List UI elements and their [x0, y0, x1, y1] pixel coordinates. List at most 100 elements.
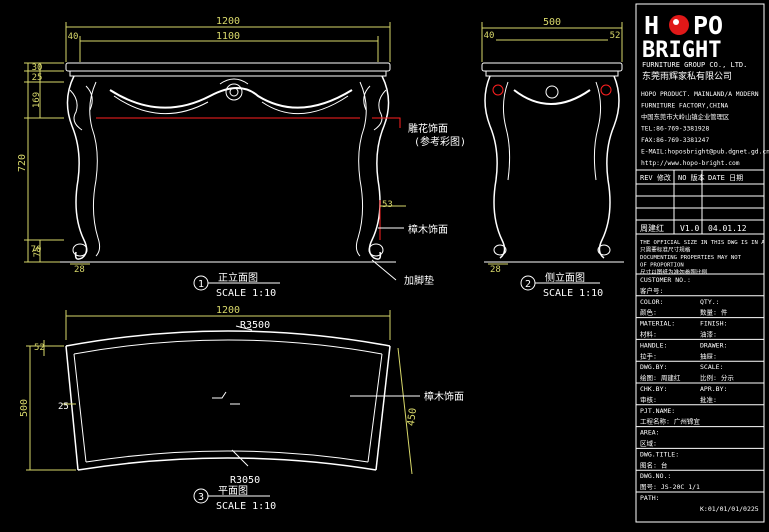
plan-dim-width: 1200 [216, 305, 240, 316]
company-info-line: FAX:86-769-3381247 [641, 137, 709, 144]
field-value: 抽屉: [700, 351, 717, 360]
notice-line: DOCUMENTING PROPERTIES MAY NOT [640, 255, 742, 261]
rev-by: 周建红 [640, 223, 664, 233]
plan-view [26, 310, 420, 475]
company-info-line: FURNITURE FACTORY,CHINA [641, 103, 728, 110]
field-label: DWG.BY: [640, 363, 667, 371]
logo-red-dot [669, 15, 689, 35]
cad-drawing: 1200 1100 40 30 25 169 720 75 70 53 28 雕… [17, 3, 769, 523]
front-dim-169: 169 [32, 92, 42, 108]
field-value: DRAWER: [700, 341, 727, 349]
field-label: 工程名称: 广州锦宜 [640, 417, 700, 426]
front-dim-height: 720 [17, 154, 28, 172]
plan-dim-450: 450 [406, 407, 419, 426]
front-dim-25: 25 [32, 73, 43, 83]
field-label: DWG.TITLE: [640, 450, 679, 458]
field-label: COLOR: [640, 298, 663, 306]
field-label: 图名: 台 [640, 460, 667, 469]
dimension-notice: THE OFFICIAL SIZE IN THIS DWG IS IN A只需要… [640, 240, 765, 276]
field-label: 颜色: [640, 308, 657, 317]
rev-header-date: DATE 日期 [708, 174, 743, 182]
title-block-rows: CUSTOMER NO.: 客户号: COLOR: QTY.: 颜色: 数量: 件 MATE… [636, 273, 764, 513]
field-value: 比例: 分示 [700, 373, 734, 382]
company-info-line: TEL:86-769-3381928 [641, 126, 709, 133]
notice-line: 尺寸以图纸为准勿参照比例 [640, 268, 708, 276]
front-view-scale: SCALE 1:10 [216, 288, 276, 299]
notice-line: OF PROPORTION [640, 263, 684, 269]
logo-letter-h: H [644, 11, 659, 40]
front-view-tag: 1 正立面图 SCALE 1:10 [193, 271, 280, 299]
company-logo: H PO BRIGHT FURNITURE GROUP CO., LTD. 东莞… [642, 11, 747, 82]
company-info-line: 中国东莞市大岭山镇企业管理区 [641, 112, 729, 121]
side-view-tag: 2 侧立面图 SCALE 1:10 [520, 271, 603, 299]
field-label: PATH: [640, 494, 660, 502]
field-value: K:01/01/01/0225 [700, 505, 759, 513]
front-dim-70: 70 [31, 245, 42, 255]
plan-view-tag: 3 平面图 SCALE 1:10 [193, 485, 276, 512]
company-info: HOPO PRODUCT. MAINLAND/A MODERN FURNITURE… [641, 91, 769, 167]
rev-header-no: NO 版本 [678, 173, 705, 182]
plan-view-title: 平面图 [218, 485, 248, 497]
field-label: CHK.BY: [640, 385, 667, 393]
company-info-line: http://www.hopo-bright.com [641, 160, 740, 167]
plan-dim-52: 52 [34, 343, 45, 353]
field-label: CUSTOMER NO.: [640, 276, 691, 284]
front-dim-total: 1200 [216, 16, 240, 27]
field-label: AREA: [640, 429, 660, 437]
field-value: 数量: 件 [700, 308, 728, 317]
plan-dim-radius-bottom: R3050 [230, 475, 260, 486]
rev-version: V1.0 [680, 224, 699, 233]
field-value: 批准: [700, 395, 717, 404]
front-dim-left-inset: 40 [68, 32, 79, 42]
company-name-cn: 东莞雨辉家私有限公司 [642, 70, 732, 82]
side-view-title: 侧立面图 [545, 271, 585, 284]
front-view-number: 1 [198, 279, 204, 290]
side-view-number: 2 [525, 279, 531, 290]
logo-letters-po: PO [693, 11, 723, 40]
plan-dim-25: 25 [58, 402, 69, 412]
side-dim-total: 500 [543, 17, 561, 28]
side-dim-left: 40 [484, 31, 495, 41]
field-value: 油漆: [700, 330, 717, 339]
field-label: PJT.NAME: [640, 407, 675, 415]
field-label: 客户号: [640, 286, 663, 295]
logo-subtitle: FURNITURE GROUP CO., LTD. [642, 61, 747, 69]
front-dim-foot: 28 [74, 265, 85, 275]
cad-drawing-canvas: 1200 1100 40 30 25 169 720 75 70 53 28 雕… [0, 0, 769, 528]
front-label-carving: 雕花饰面 [408, 122, 448, 135]
field-value: FINISH: [700, 320, 727, 328]
rev-date: 04.01.12 [708, 224, 747, 233]
front-label-wood: 樟木饰面 [408, 223, 448, 236]
side-dim-right: 52 [610, 31, 621, 41]
notice-line: 只需要标准尺寸规格 [640, 246, 691, 254]
field-label: 审核: [640, 395, 657, 404]
plan-dim-depth: 500 [19, 399, 30, 417]
field-value: APR.BY: [700, 385, 727, 393]
front-label-carving-ref: (参考彩图) [414, 135, 466, 148]
field-label: MATERIAL: [640, 320, 675, 328]
company-info-line: E-MAIL:hoposbright@pub.dgnet.gd.cn [641, 149, 769, 156]
field-value: SCALE: [700, 363, 723, 371]
field-label: 图号: JS-20C 1/1 [640, 483, 700, 491]
plan-dim-radius-top: R3500 [240, 320, 270, 331]
field-label: HANDLE: [640, 341, 667, 349]
side-view [481, 22, 624, 265]
field-label: 绘图: 周建红 [640, 373, 681, 382]
front-view [24, 22, 406, 281]
side-view-scale: SCALE 1:10 [543, 288, 603, 299]
front-dim-30: 30 [32, 63, 43, 73]
notice-line: THE OFFICIAL SIZE IN THIS DWG IS IN A [640, 240, 765, 246]
field-label: 区域: [640, 439, 657, 448]
field-value: QTY.: [700, 298, 720, 306]
rev-header-rev: REV 修改 [640, 173, 671, 182]
title-block: H PO BRIGHT FURNITURE GROUP CO., LTD. 东莞… [635, 3, 769, 523]
front-dim-53: 53 [382, 200, 393, 210]
logo-bright: BRIGHT [642, 38, 721, 63]
plan-label-wood: 樟木饰面 [424, 390, 464, 403]
company-info-line: HOPO PRODUCT. MAINLAND/A MODERN [641, 91, 759, 98]
field-label: DWG.NO.: [640, 472, 671, 480]
side-dim-foot: 28 [490, 265, 501, 275]
field-label: 材料: [640, 330, 657, 339]
front-view-title: 正立面图 [218, 271, 258, 284]
front-dim-inner: 1100 [216, 31, 240, 42]
